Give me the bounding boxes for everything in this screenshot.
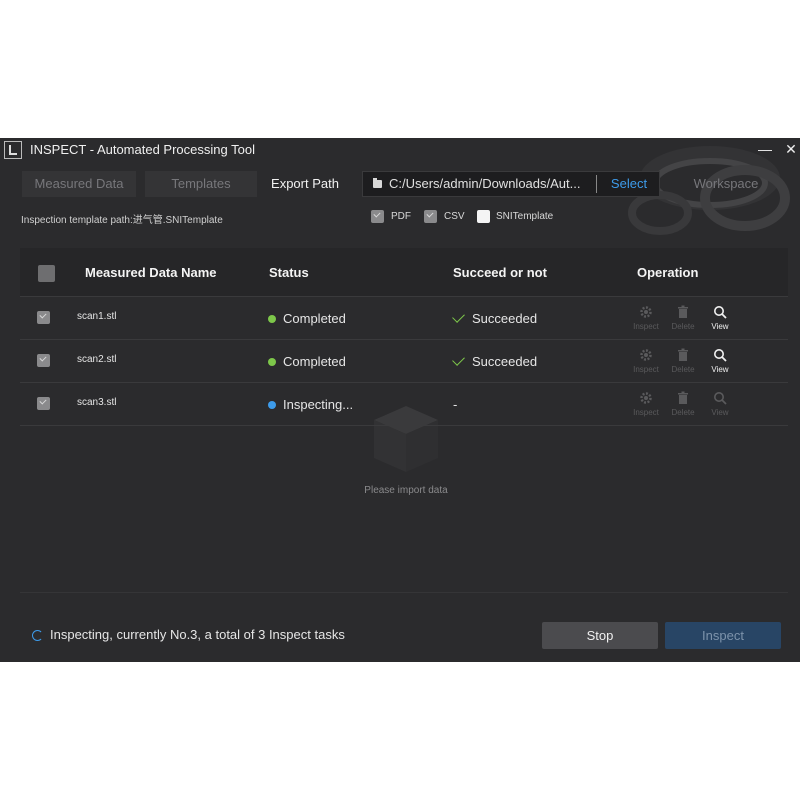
row-checkbox[interactable] xyxy=(37,354,50,367)
trash-icon xyxy=(678,305,688,318)
row-checkbox[interactable] xyxy=(37,311,50,324)
row-result: Succeeded xyxy=(472,311,538,326)
tab-templates[interactable]: Templates xyxy=(145,171,257,197)
gear-icon xyxy=(640,392,652,404)
measured-data-table: Measured Data Name Status Succeed or not… xyxy=(20,248,788,603)
select-path-button[interactable]: Select xyxy=(599,172,659,196)
export-path-value: C:/Users/admin/Downloads/Aut... xyxy=(389,176,581,191)
status-dot-icon xyxy=(268,315,276,323)
gear-icon xyxy=(640,306,652,318)
tab-export-path[interactable]: Export Path xyxy=(262,171,348,197)
view-row-button[interactable]: View xyxy=(704,346,736,378)
trash-icon xyxy=(678,391,688,404)
header-status: Status xyxy=(269,265,309,280)
table-row[interactable]: scan2.stl Completed Succeeded Inspect De… xyxy=(20,340,788,383)
tab-workspace[interactable]: Workspace xyxy=(668,171,784,197)
row-status: Completed xyxy=(283,354,346,369)
header-result: Succeed or not xyxy=(453,265,547,280)
row-checkbox[interactable] xyxy=(37,397,50,410)
view-row-button[interactable]: View xyxy=(704,303,736,335)
row-status: Inspecting... xyxy=(283,397,354,412)
trash-icon xyxy=(678,348,688,361)
delete-label: Delete xyxy=(671,408,695,417)
inspect-row-button[interactable]: Inspect xyxy=(630,303,662,335)
path-divider xyxy=(596,175,597,193)
app-logo-icon xyxy=(4,141,22,159)
row-filename: scan2.stl xyxy=(77,354,117,365)
inspect-row-button[interactable]: Inspect xyxy=(630,389,662,421)
empty-state-text: Please import data xyxy=(364,485,448,496)
success-check-icon xyxy=(452,310,465,323)
select-all-checkbox[interactable] xyxy=(38,265,55,282)
snitemplate-label: SNITemplate xyxy=(496,211,554,222)
view-row-button[interactable]: View xyxy=(704,389,736,421)
search-icon xyxy=(714,349,727,362)
table-header: Measured Data Name Status Succeed or not… xyxy=(20,248,788,297)
pdf-label: PDF xyxy=(391,211,411,222)
folder-icon xyxy=(373,178,382,188)
progress-status-text: Inspecting, currently No.3, a total of 3… xyxy=(50,627,345,642)
app-window: INSPECT - Automated Processing Tool — ✕ … xyxy=(0,138,800,662)
window-title: INSPECT - Automated Processing Tool xyxy=(30,142,255,157)
row-result: - xyxy=(453,397,458,412)
export-path-field[interactable]: C:/Users/admin/Downloads/Aut... Select xyxy=(362,171,660,197)
delete-row-button[interactable]: Delete xyxy=(667,346,699,378)
view-label: View xyxy=(711,408,729,417)
success-check-icon xyxy=(452,353,465,366)
table-row[interactable]: scan3.stl Inspecting... - Inspect Delete… xyxy=(20,383,788,426)
search-icon xyxy=(714,306,727,319)
header-name: Measured Data Name xyxy=(85,265,217,280)
status-dot-icon xyxy=(268,401,276,409)
snitemplate-checkbox[interactable] xyxy=(477,210,490,223)
inspect-label: Inspect xyxy=(633,365,659,374)
status-dot-icon xyxy=(268,358,276,366)
delete-label: Delete xyxy=(671,322,695,331)
view-label: View xyxy=(711,322,729,331)
close-button[interactable]: ✕ xyxy=(782,140,800,158)
csv-label: CSV xyxy=(444,211,465,222)
header-operation: Operation xyxy=(637,265,699,280)
inspect-label: Inspect xyxy=(633,408,659,417)
view-label: View xyxy=(711,365,729,374)
row-status: Completed xyxy=(283,311,346,326)
inspect-button[interactable]: Inspect xyxy=(665,622,781,649)
pdf-checkbox[interactable] xyxy=(371,210,384,223)
delete-row-button[interactable]: Delete xyxy=(667,303,699,335)
gear-icon xyxy=(640,349,652,361)
delete-row-button[interactable]: Delete xyxy=(667,389,699,421)
row-filename: scan3.stl xyxy=(77,397,117,408)
row-result: Succeeded xyxy=(472,354,538,369)
minimize-button[interactable]: — xyxy=(756,140,774,158)
delete-label: Delete xyxy=(671,365,695,374)
template-path-label: Inspection template path:进气管.SNITemplate xyxy=(21,215,223,226)
stop-button[interactable]: Stop xyxy=(542,622,658,649)
title-bar: INSPECT - Automated Processing Tool — ✕ xyxy=(0,138,800,162)
footer-divider xyxy=(20,592,788,593)
tab-measured-data[interactable]: Measured Data xyxy=(22,171,136,197)
inspect-row-button[interactable]: Inspect xyxy=(630,346,662,378)
search-icon xyxy=(714,392,727,405)
table-row[interactable]: scan1.stl Completed Succeeded Inspect De… xyxy=(20,297,788,340)
loading-spinner-icon xyxy=(32,630,43,641)
csv-checkbox[interactable] xyxy=(424,210,437,223)
row-filename: scan1.stl xyxy=(77,311,117,322)
inspect-label: Inspect xyxy=(633,322,659,331)
